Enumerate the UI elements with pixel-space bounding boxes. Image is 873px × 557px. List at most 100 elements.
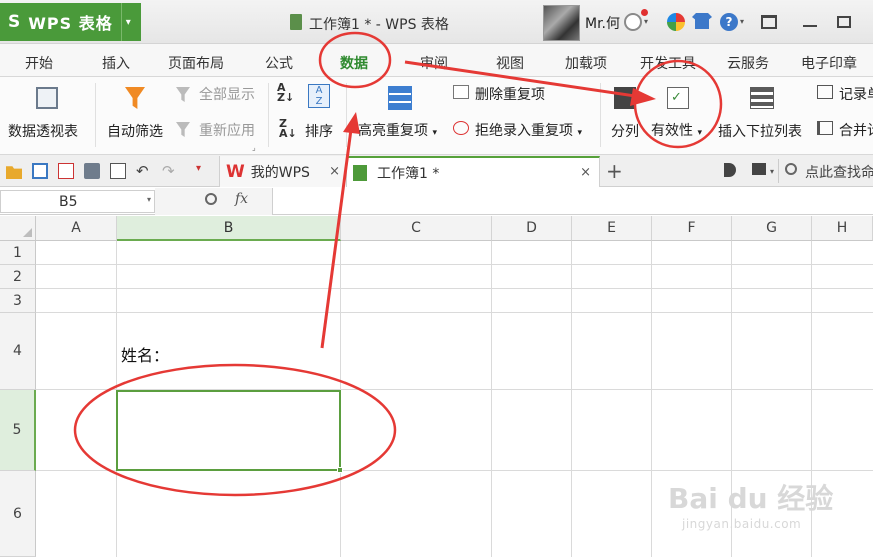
fill-handle[interactable] — [337, 467, 343, 473]
dropdown-list-icon — [750, 87, 774, 109]
fx-icon[interactable]: fx — [235, 191, 248, 207]
corner-triangle-icon — [23, 228, 32, 237]
maximize-button[interactable] — [830, 8, 858, 36]
tab-data[interactable]: 数据 — [340, 53, 368, 73]
row-header-6[interactable]: 6 — [0, 471, 36, 557]
pivot-table-icon — [36, 87, 58, 109]
name-box-value: B5 — [59, 193, 78, 210]
ribbon-data: 数据透视表 自动筛选 全部显示 重新应用 ⌟ A Z↓ AZ Z A↓ 排序 高亮重… — [0, 77, 873, 155]
tab-page-layout[interactable]: 页面布局 — [168, 53, 224, 73]
sort-button[interactable]: 排序 — [305, 121, 333, 141]
undo-icon[interactable]: ↶ — [136, 163, 152, 179]
cell-b4[interactable]: 姓名： — [121, 342, 169, 366]
color-wheel-icon[interactable] — [667, 13, 685, 31]
baidu-watermark: Bai du 经验 jingyan.baidu.com — [668, 477, 838, 537]
zoom-search-icon[interactable] — [205, 193, 217, 205]
chevron-down-icon: ▾ — [120, 3, 135, 41]
chevron-down-icon[interactable]: ▾ — [770, 167, 774, 176]
reject-duplicates-button[interactable]: 拒绝录入重复项 ▾ — [475, 120, 582, 140]
tab-developer[interactable]: 开发工具 — [640, 53, 696, 73]
print-preview-icon[interactable] — [110, 163, 126, 179]
comment-icon[interactable] — [752, 163, 766, 175]
data-validation-label: 有效性 — [651, 123, 693, 139]
crown-icon[interactable] — [624, 13, 642, 31]
formula-input[interactable] — [274, 188, 873, 215]
print-icon[interactable] — [84, 163, 100, 179]
tab-add-ins[interactable]: 加载项 — [565, 53, 607, 73]
name-box[interactable]: B5 ▾ — [0, 190, 155, 213]
doc-tab-label: 工作簿1 * — [377, 165, 440, 182]
new-tab-icon[interactable]: + — [606, 159, 623, 183]
tab-view[interactable]: 视图 — [496, 53, 524, 73]
column-header-f[interactable]: F — [652, 216, 732, 241]
tab-e-seal[interactable]: 电子印章 — [801, 53, 857, 73]
wps-logo-icon: W — [226, 161, 245, 182]
sort-az-icon[interactable]: A Z↓ — [277, 82, 294, 103]
redo-icon[interactable]: ↷ — [162, 163, 178, 179]
doc-tab-label: 我的WPS — [250, 164, 310, 181]
consolidate-icon — [817, 121, 833, 135]
tab-cloud[interactable]: 云服务 — [727, 53, 769, 73]
show-all-button[interactable]: 全部显示 — [199, 84, 255, 104]
reject-duplicates-icon — [453, 121, 469, 135]
username[interactable]: Mr.何 — [585, 13, 620, 33]
chevron-down-icon[interactable]: ▾ — [644, 17, 648, 26]
highlight-duplicates-button[interactable]: 高亮重复项 ▾ — [358, 120, 437, 140]
help-icon[interactable]: ? — [720, 13, 738, 31]
row-header-3[interactable]: 3 — [0, 289, 36, 313]
tab-review[interactable]: 审阅 — [420, 53, 448, 73]
restore-ribbon-button[interactable] — [755, 8, 783, 36]
autofilter-button[interactable]: 自动筛选 — [107, 121, 163, 141]
export-pdf-icon[interactable] — [58, 163, 74, 179]
tab-formulas[interactable]: 公式 — [265, 53, 293, 73]
column-header-c[interactable]: C — [341, 216, 492, 241]
text-to-columns-icon — [614, 87, 636, 109]
checkmark-icon: ✓ — [671, 90, 682, 105]
share-icon[interactable] — [724, 163, 736, 177]
column-header-a[interactable]: A — [36, 216, 117, 241]
open-folder-icon[interactable] — [6, 166, 22, 179]
app-menu-button[interactable]: S WPS 表格 ▾ — [0, 3, 141, 41]
formula-tools: fx — [155, 188, 273, 215]
close-icon[interactable]: × — [329, 164, 340, 179]
avatar[interactable] — [543, 5, 580, 41]
column-header-d[interactable]: D — [492, 216, 572, 241]
doc-tab-my-wps[interactable]: W 我的WPS × — [219, 156, 347, 187]
minimize-button[interactable] — [796, 8, 824, 36]
customize-toolbar-icon[interactable]: ▾ — [196, 163, 212, 179]
tab-home[interactable]: 开始 — [25, 53, 53, 73]
spreadsheet-icon — [353, 164, 367, 181]
close-icon[interactable]: × — [580, 165, 591, 180]
dialog-launcher-icon[interactable]: ⌟ — [252, 143, 256, 152]
column-header-b[interactable]: B — [117, 216, 341, 241]
wps-logo-icon: S — [8, 12, 21, 32]
data-validation-icon: ✓ — [667, 87, 689, 109]
tab-insert[interactable]: 插入 — [102, 53, 130, 73]
skin-shirt-icon[interactable] — [692, 13, 712, 29]
insert-dropdown-list-button[interactable]: 插入下拉列表 — [718, 121, 802, 141]
row-header-1[interactable]: 1 — [0, 241, 36, 265]
row-header-5[interactable]: 5 — [0, 390, 36, 471]
save-icon[interactable] — [32, 163, 48, 179]
record-form-button[interactable]: 记录单 — [839, 84, 873, 104]
consolidate-button[interactable]: 合并计 — [839, 120, 873, 140]
select-all-corner[interactable] — [0, 216, 36, 241]
watermark-brand: Bai du 经验 — [668, 482, 834, 515]
remove-duplicates-button[interactable]: 删除重复项 — [475, 84, 545, 104]
pivot-table-button[interactable]: 数据透视表 — [8, 121, 78, 141]
row-header-4[interactable]: 4 — [0, 313, 36, 390]
chevron-down-icon[interactable]: ▾ — [740, 17, 744, 26]
data-validation-button[interactable]: 有效性 ▾ — [651, 120, 702, 140]
text-to-columns-button[interactable]: 分列 — [611, 121, 639, 141]
command-search-input[interactable]: 点此查找命 — [805, 162, 873, 182]
column-header-e[interactable]: E — [572, 216, 652, 241]
divider — [95, 83, 96, 147]
chevron-down-icon[interactable]: ▾ — [147, 195, 151, 204]
column-header-h[interactable]: H — [812, 216, 873, 241]
doc-tab-workbook[interactable]: 工作簿1 * × — [347, 156, 600, 187]
column-header-g[interactable]: G — [732, 216, 812, 241]
sort-za-icon[interactable]: AZ — [308, 84, 330, 108]
selected-cell-b5[interactable] — [116, 390, 343, 473]
reapply-button[interactable]: 重新应用 — [199, 120, 255, 140]
row-header-2[interactable]: 2 — [0, 265, 36, 289]
